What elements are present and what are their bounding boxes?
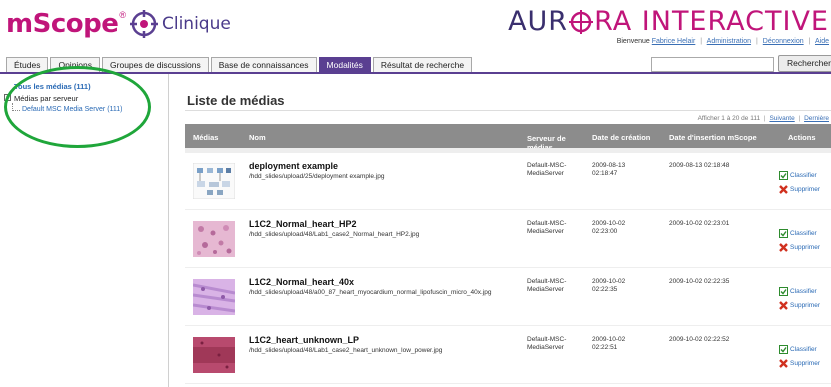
classify-icon [779,287,788,296]
aurora-globe-icon [569,9,594,34]
table-row[interactable]: L1C2_Normal_heart_HP2 /hdd_slides/upload… [185,211,831,268]
col-actions: Actions [788,133,816,142]
media-thumbnail[interactable] [193,221,235,257]
search-input[interactable] [651,57,774,72]
classify-icon [779,345,788,354]
aurora-left-text: AUR [508,6,569,37]
tab-groupes[interactable]: Groupes de discussions [102,57,209,73]
aurora-right-text: RA INTERACTIVE [594,6,829,37]
classify-action[interactable]: Classifier [779,287,817,296]
classify-label: Classifier [790,172,817,179]
logo-main-text: mScope [6,9,119,39]
user-links: Bienvenue Fabrice Helair | Administratio… [617,38,829,45]
user-name-link[interactable]: Fabrice Helair [652,38,696,45]
media-name: L1C2_heart_unknown_LP [249,335,360,345]
classify-action[interactable]: Classifier [779,229,817,238]
media-thumbnail[interactable] [193,279,235,315]
search-button[interactable]: Rechercher [778,55,831,72]
pager-last-link[interactable]: Dernière [804,115,829,122]
media-path: /hdd_slides/upload/48/Lab1_case2_heart_u… [249,347,443,354]
media-path: /hdd_slides/upload/25/deployment example… [249,173,385,180]
media-created-date: 2009-10-02 02:22:35 [592,278,626,293]
separator: | [808,38,811,45]
classify-icon [779,229,788,238]
delete-icon [779,185,788,194]
classify-action[interactable]: Classifier [779,171,817,180]
mscope-logo[interactable]: mScope ® Clinique [6,6,231,42]
classify-label: Classifier [790,288,817,295]
separator: | [798,115,801,122]
media-name: L1C2_Normal_heart_40x [249,277,355,287]
media-server: Default-MSC-MediaServer [527,278,567,293]
logo-sub-text: Clinique [161,14,231,34]
media-thumbnail[interactable] [193,163,235,199]
microscope-target-icon [129,10,158,38]
media-name: deployment example [249,161,339,171]
pager: Afficher 1 à 20 de 111 | Suivante | Dern… [698,115,829,122]
col-name[interactable]: Nom [249,133,266,142]
delete-label: Supprimer [790,360,820,367]
table-row[interactable]: L1C2_heart_unknown_LP /hdd_slides/upload… [185,327,831,384]
media-created-date: 2009-08-13 02:18:47 [592,162,626,177]
table-header: Médias Nom Serveur de médias Date de cré… [185,124,831,152]
delete-label: Supprimer [790,244,820,251]
classify-action[interactable]: Classifier [779,345,817,354]
page-title: Liste de médias [187,93,285,108]
tab-resultat-recherche[interactable]: Résultat de recherche [372,57,473,73]
classify-label: Classifier [790,230,817,237]
col-created[interactable]: Date de création [592,133,650,142]
media-inserted-date: 2009-10-02 02:23:01 [669,220,730,227]
media-thumbnail[interactable] [193,337,235,373]
media-inserted-date: 2009-10-02 02:22:35 [669,278,730,285]
admin-link[interactable]: Administration [707,38,751,45]
separator: | [763,115,766,122]
media-server: Default-MSC-MediaServer [527,220,567,235]
media-created-date: 2009-10-02 02:23:00 [592,220,626,235]
media-name: L1C2_Normal_heart_HP2 [249,219,357,229]
app-header: mScope ® Clinique AUR RA INTERACTIVE Bie… [0,0,831,52]
classify-icon [779,171,788,180]
media-path: /hdd_slides/upload/48/Lab1_case2_Normal_… [249,231,420,238]
delete-action[interactable]: Supprimer [779,185,820,194]
delete-icon [779,243,788,252]
pager-next-link[interactable]: Suivante [769,115,794,122]
logo-registered-mark: ® [119,10,126,20]
media-inserted-date: 2009-08-13 02:18:48 [669,162,730,169]
delete-icon [779,301,788,310]
tab-base-connaissances[interactable]: Base de connaissances [210,57,317,73]
col-inserted[interactable]: Date d'insertion mScope [669,133,757,142]
welcome-text: Bienvenue [616,38,650,45]
classify-label: Classifier [790,346,817,353]
delete-label: Supprimer [790,302,820,309]
title-divider [185,110,831,111]
delete-action[interactable]: Supprimer [779,243,820,252]
delete-action[interactable]: Supprimer [779,301,820,310]
help-link[interactable]: Aide [815,38,829,45]
tab-modalites[interactable]: Modalités [318,57,371,73]
media-path: /hdd_slides/upload/48/a00_87_heart_myoca… [249,289,492,296]
table-row[interactable]: deployment example /hdd_slides/upload/25… [185,153,831,210]
media-created-date: 2009-10-02 02:22:51 [592,336,626,351]
media-server: Default-MSC-MediaServer [527,162,567,177]
col-media[interactable]: Médias [193,133,218,142]
delete-action[interactable]: Supprimer [779,359,820,368]
delete-icon [779,359,788,368]
separator: | [755,38,758,45]
logout-link[interactable]: Déconnexion [763,38,804,45]
green-circle-annotation [4,66,151,148]
aurora-logo: AUR RA INTERACTIVE [508,6,829,37]
delete-label: Supprimer [790,186,820,193]
table-row[interactable]: L1C2_Normal_heart_40x /hdd_slides/upload… [185,269,831,326]
media-server: Default-MSC-MediaServer [527,336,567,351]
pager-range: Afficher 1 à 20 de 111 [697,115,761,122]
media-inserted-date: 2009-10-02 02:22:52 [669,336,730,343]
separator: | [700,38,703,45]
